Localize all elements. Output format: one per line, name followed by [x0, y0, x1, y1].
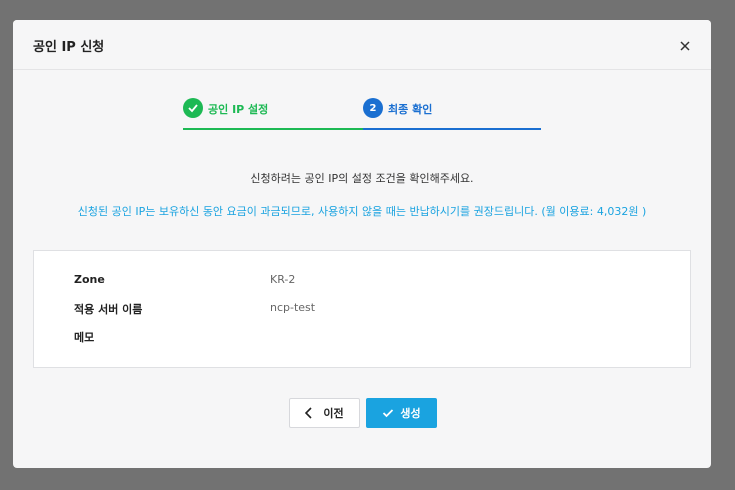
modal-dialog: 공인 IP 신청 공인 IP 설정 2 최종 확인 신청하려는 공인 IP의 설…	[13, 20, 711, 468]
modal-title: 공인 IP 신청	[33, 40, 105, 55]
step-number: 2	[363, 98, 383, 118]
stepper: 공인 IP 설정 2 최종 확인	[183, 98, 541, 130]
button-row: 이전 생성	[13, 398, 711, 428]
detail-label: 적용 서버 이름	[74, 303, 143, 316]
step-done-check-icon	[183, 98, 203, 118]
modal-header: 공인 IP 신청	[13, 20, 711, 70]
confirm-message: 신청하려는 공인 IP의 설정 조건을 확인해주세요.	[250, 172, 474, 185]
detail-value: KR-2	[270, 273, 296, 286]
prev-button-label: 이전	[323, 407, 344, 420]
notice-message: 신청된 공인 IP는 보유하신 동안 요금이 과금되므로, 사용하지 않을 때는…	[77, 205, 647, 218]
detail-value: ncp-test	[270, 301, 316, 314]
detail-label: 메모	[74, 331, 95, 344]
step-label: 공인 IP 설정	[208, 103, 269, 116]
chevron-left-icon	[305, 407, 312, 419]
create-button[interactable]: 생성	[366, 398, 437, 428]
check-icon	[383, 409, 394, 418]
close-icon	[680, 41, 690, 51]
prev-button[interactable]: 이전	[289, 398, 360, 428]
close-button[interactable]	[675, 36, 695, 56]
detail-label: Zone	[74, 273, 105, 286]
details-box: Zone KR-2 적용 서버 이름 ncp-test 메모	[33, 250, 691, 368]
create-button-label: 생성	[400, 407, 421, 420]
step-final-confirm: 2 최종 확인	[363, 98, 541, 130]
step-public-ip-setting: 공인 IP 설정	[183, 98, 363, 130]
step-label: 최종 확인	[388, 103, 433, 116]
